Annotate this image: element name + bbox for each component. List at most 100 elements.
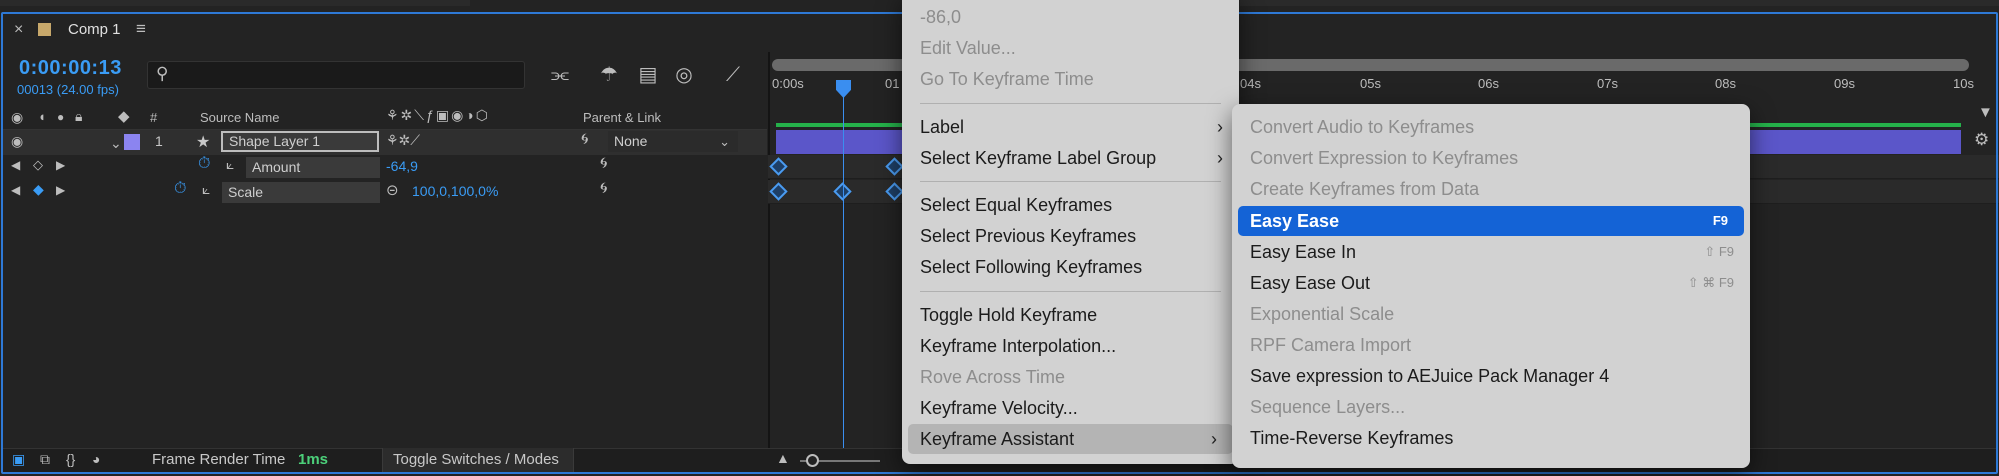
layer-name-field[interactable]: Shape Layer 1 [221,131,379,152]
tick-label: 05s [1360,76,1381,91]
tick-label: 06s [1478,76,1499,91]
shortcut-label: ⇧ F9 [1704,244,1734,259]
menu-item-select-equal-keyframes[interactable]: Select Equal Keyframes [902,190,1239,220]
layer-index: 1 [155,133,163,149]
stopwatch-icon[interactable]: ⏱︎ [174,180,186,198]
audio-column-icon: ◖ [38,109,46,124]
current-time-indicator[interactable] [843,80,844,452]
menu-item-keyframe-velocity[interactable]: Keyframe Velocity... [902,393,1239,423]
toggle-switches-modes-button[interactable]: Toggle Switches / Modes [382,448,574,472]
expand-chevron-icon[interactable]: ⌄ [110,135,122,152]
frame-count: 00013 (24.00 fps) [17,82,119,97]
zoom-out-icon[interactable]: ▲ [776,450,790,466]
property-row-scale [3,180,767,205]
menu-separator [920,291,1221,292]
menu-separator [920,103,1221,104]
submenu-item-label-text: Easy Ease [1250,211,1340,231]
layer-switches-icon[interactable]: ▣ [12,451,25,468]
shortcut-label: F9 [1712,213,1728,228]
menu-item-select-keyframe-label-group[interactable]: Select Keyframe Label Group › [902,143,1239,173]
shape-layer-star-icon: ★ [196,134,211,151]
menu-item-select-following-keyframes[interactable]: Select Following Keyframes [902,252,1239,282]
search-input[interactable]: ⚲ [147,61,525,89]
menu-item-toggle-hold-keyframe[interactable]: Toggle Hold Keyframe [902,300,1239,330]
shy-switch-icon[interactable]: ⚘✲⟋ [386,132,420,149]
submenu-item-time-reverse-keyframes[interactable]: Time-Reverse Keyframes [1232,423,1750,453]
submenu-item-easy-ease-out[interactable]: Easy Ease Out ⇧ ⌘ F9 [1232,268,1750,298]
expression-pick-whip-icon[interactable]: 🌀︎ [600,155,608,173]
top-strip [1240,0,1999,6]
tick-label: 07s [1597,76,1618,91]
keyframe-diamond-icon[interactable]: ◆ [33,181,44,198]
motion-blur-icon[interactable]: ◕ [92,451,100,467]
keyframe-assistant-submenu: Convert Audio to Keyframes Convert Expre… [1232,104,1750,468]
menu-item-label-text: Keyframe Assistant [920,429,1075,449]
submenu-arrow-icon: › [1217,117,1223,137]
frame-render-time-label: Frame Render Time [152,451,286,468]
prev-keyframe-icon[interactable]: ◀ [11,158,20,172]
tick-label: 09s [1834,76,1855,91]
comp-color-swatch [38,23,51,36]
parent-select-value: None [614,133,648,149]
menu-item-label-text: Select Keyframe Label Group [920,148,1157,168]
submenu-arrow-icon: › [1211,429,1217,449]
property-name-amount: Amount [246,157,380,178]
tick-label: 01 [885,76,900,91]
graph-icon[interactable]: ⟀ [226,156,234,173]
submenu-item-convert-audio: Convert Audio to Keyframes [1250,117,1475,137]
menu-item-select-previous-keyframes[interactable]: Select Previous Keyframes [902,221,1239,251]
zoom-slider-thumb[interactable] [806,454,819,467]
property-name-scale: Scale [222,182,380,203]
submenu-item-easy-ease[interactable]: Easy Ease F9 [1238,206,1744,236]
tick-label: 0:00s [772,76,804,91]
tab-comp[interactable]: Comp 1 [68,21,121,38]
graph-editor-icon[interactable]: ⟋ [719,60,747,90]
frame-blending-icon[interactable]: ◎ [670,60,698,90]
tick-label: 10s [1953,76,1974,91]
keyframe-context-menu: -86,0 Edit Value... Go To Keyframe Time … [902,0,1239,464]
chevron-down-icon: ⌄ [719,134,730,149]
menu-item-value: -86,0 [920,7,962,27]
scale-value[interactable]: 100,0,100,0% [412,183,498,199]
menu-item-keyframe-interpolation[interactable]: Keyframe Interpolation... [902,331,1239,361]
close-tab-icon[interactable]: × [14,21,23,39]
transfer-controls-icon[interactable]: ⧉ [40,451,50,468]
current-time-display[interactable]: 0:00:00:13 [19,57,122,80]
submenu-item-easy-ease-in[interactable]: Easy Ease In ⇧ F9 [1232,237,1750,267]
composition-mini-flowchart-icon[interactable]: ⫘ [546,60,574,90]
search-icon: ⚲ [156,64,169,83]
graph-icon[interactable]: ⟀ [202,181,210,198]
tick-label: 04s [1240,76,1261,91]
work-area-end-icon[interactable]: ▼ [1978,104,1993,121]
in-out-icon[interactable]: {} [66,451,75,467]
menu-item-rove-across-time: Rove Across Time [920,367,1066,387]
eye-icon[interactable]: ◉ [11,133,23,150]
menu-item-label-text: Label [920,117,965,137]
next-keyframe-icon[interactable]: ▶ [56,158,65,172]
submenu-item-save-expression-aejuice[interactable]: Save expression to AEJuice Pack Manager … [1232,361,1750,391]
column-source-name[interactable]: Source Name [200,110,279,125]
add-keyframe-icon[interactable]: ◇ [33,157,43,173]
solo-column-icon: ● [57,110,65,124]
expression-pick-whip-icon[interactable]: 🌀︎ [600,180,608,198]
link-icon[interactable]: ⊝ [386,181,399,199]
menu-item-keyframe-assistant[interactable]: Keyframe Assistant › [908,424,1233,454]
amount-value[interactable]: -64,9 [386,158,418,174]
menu-item-label[interactable]: Label › [902,112,1239,142]
menu-item-go-to-keyframe-time: Go To Keyframe Time [920,69,1094,89]
submenu-item-label-text: Easy Ease Out [1250,273,1371,293]
switches-column-icons: ⚘✲⟍ƒ▣◉◑⬡ [386,107,490,123]
layer-bar-end-icon[interactable]: ⚙ [1974,130,1989,150]
parent-select[interactable]: None ⌄ [608,131,738,152]
pick-whip-icon[interactable]: 🌀︎ [581,131,589,149]
panel-menu-icon[interactable]: ≡ [136,19,146,39]
lock-column-icon: 🔒︎ [75,108,83,124]
stopwatch-icon[interactable]: ⏱︎ [198,155,210,173]
submenu-arrow-icon: › [1217,148,1223,168]
layer-label-swatch[interactable] [124,134,140,150]
draft-3d-icon[interactable]: ☂ [595,60,623,90]
next-keyframe-icon[interactable]: ▶ [56,183,65,197]
submenu-item-convert-expression: Convert Expression to Keyframes [1250,148,1519,168]
prev-keyframe-icon[interactable]: ◀ [11,183,20,197]
hide-shy-layers-icon[interactable]: ▤ [634,60,662,90]
